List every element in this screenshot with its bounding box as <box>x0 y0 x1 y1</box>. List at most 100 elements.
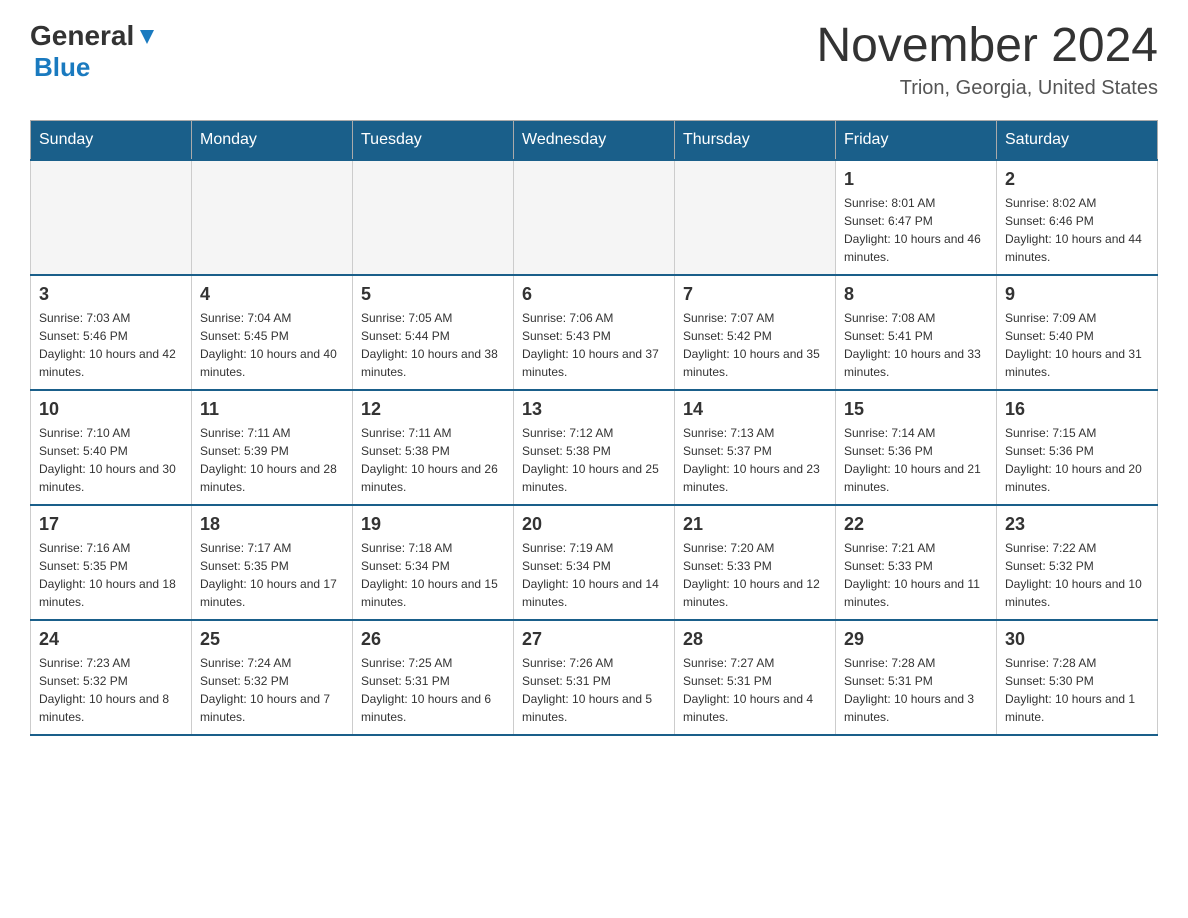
sun-info: Sunrise: 7:28 AMSunset: 5:30 PMDaylight:… <box>1005 654 1149 726</box>
logo: General Blue <box>30 20 158 83</box>
calendar-day-cell: 8 Sunrise: 7:08 AMSunset: 5:41 PMDaylight… <box>836 275 997 390</box>
sun-info: Sunrise: 7:13 AMSunset: 5:37 PMDaylight:… <box>683 424 827 496</box>
calendar-week-row: 17Sunrise: 7:16 AMSunset: 5:35 PMDayligh… <box>31 505 1158 620</box>
sun-info: Sunrise: 8:02 AMSunset: 6:46 PMDaylight:… <box>1005 194 1149 266</box>
sun-info: Sunrise: 7:17 AMSunset: 5:35 PMDaylight:… <box>200 539 344 611</box>
calendar-day-cell <box>192 160 353 275</box>
day-of-week-header: Friday <box>836 120 997 160</box>
calendar-day-cell: 25 Sunrise: 7:24 AMSunset: 5:32 PMDayligh… <box>192 620 353 735</box>
sun-info: Sunrise: 7:06 AMSunset: 5:43 PMDaylight:… <box>522 309 666 381</box>
day-number: 26 <box>361 629 505 650</box>
day-number: 25 <box>200 629 344 650</box>
day-number: 4 <box>200 284 344 305</box>
day-number: 13 <box>522 399 666 420</box>
sun-info: Sunrise: 7:03 AMSunset: 5:46 PMDaylight:… <box>39 309 183 381</box>
logo-blue-text: Blue <box>34 52 90 82</box>
calendar-day-cell: 16 Sunrise: 7:15 AMSunset: 5:36 PMDayligh… <box>997 390 1158 505</box>
calendar-day-cell: 6 Sunrise: 7:06 AMSunset: 5:43 PMDaylight… <box>514 275 675 390</box>
calendar-day-cell: 5Sunrise: 7:05 AMSunset: 5:44 PMDaylight… <box>353 275 514 390</box>
calendar-table: SundayMondayTuesdayWednesdayThursdayFrid… <box>30 120 1158 736</box>
calendar-day-cell: 9 Sunrise: 7:09 AMSunset: 5:40 PMDaylight… <box>997 275 1158 390</box>
sun-info: Sunrise: 7:23 AMSunset: 5:32 PMDaylight:… <box>39 654 183 726</box>
sun-info: Sunrise: 7:10 AMSunset: 5:40 PMDaylight:… <box>39 424 183 496</box>
calendar-day-cell: 15 Sunrise: 7:14 AMSunset: 5:36 PMDayligh… <box>836 390 997 505</box>
calendar-day-cell <box>353 160 514 275</box>
page-header: General Blue November 2024 Trion, Georgi… <box>30 20 1158 100</box>
day-number: 9 <box>1005 284 1149 305</box>
day-number: 27 <box>522 629 666 650</box>
calendar-day-cell: 22Sunrise: 7:21 AMSunset: 5:33 PMDayligh… <box>836 505 997 620</box>
day-number: 8 <box>844 284 988 305</box>
calendar-day-cell: 24Sunrise: 7:23 AMSunset: 5:32 PMDayligh… <box>31 620 192 735</box>
month-title: November 2024 <box>816 20 1158 73</box>
day-number: 18 <box>200 514 344 535</box>
calendar-week-row: 3Sunrise: 7:03 AMSunset: 5:46 PMDaylight… <box>31 275 1158 390</box>
calendar-day-cell: 19 Sunrise: 7:18 AMSunset: 5:34 PMDayligh… <box>353 505 514 620</box>
day-of-week-header: Tuesday <box>353 120 514 160</box>
day-number: 30 <box>1005 629 1149 650</box>
sun-info: Sunrise: 7:27 AMSunset: 5:31 PMDaylight:… <box>683 654 827 726</box>
sun-info: Sunrise: 7:20 AMSunset: 5:33 PMDaylight:… <box>683 539 827 611</box>
sun-info: Sunrise: 7:26 AMSunset: 5:31 PMDaylight:… <box>522 654 666 726</box>
day-number: 28 <box>683 629 827 650</box>
calendar-day-cell: 13 Sunrise: 7:12 AMSunset: 5:38 PMDayligh… <box>514 390 675 505</box>
calendar-day-cell: 20Sunrise: 7:19 AMSunset: 5:34 PMDayligh… <box>514 505 675 620</box>
calendar-week-row: 24Sunrise: 7:23 AMSunset: 5:32 PMDayligh… <box>31 620 1158 735</box>
day-of-week-header: Wednesday <box>514 120 675 160</box>
day-of-week-header: Sunday <box>31 120 192 160</box>
calendar-day-cell: 18 Sunrise: 7:17 AMSunset: 5:35 PMDayligh… <box>192 505 353 620</box>
sun-info: Sunrise: 7:09 AMSunset: 5:40 PMDaylight:… <box>1005 309 1149 381</box>
day-number: 5 <box>361 284 505 305</box>
sun-info: Sunrise: 7:24 AMSunset: 5:32 PMDaylight:… <box>200 654 344 726</box>
day-number: 16 <box>1005 399 1149 420</box>
calendar-day-cell: 21 Sunrise: 7:20 AMSunset: 5:33 PMDayligh… <box>675 505 836 620</box>
sun-info: Sunrise: 7:25 AMSunset: 5:31 PMDaylight:… <box>361 654 505 726</box>
calendar-day-cell: 23 Sunrise: 7:22 AMSunset: 5:32 PMDayligh… <box>997 505 1158 620</box>
day-number: 12 <box>361 399 505 420</box>
day-number: 15 <box>844 399 988 420</box>
logo-arrow-icon <box>136 26 158 48</box>
calendar-day-cell: 10 Sunrise: 7:10 AMSunset: 5:40 PMDayligh… <box>31 390 192 505</box>
sun-info: Sunrise: 7:15 AMSunset: 5:36 PMDaylight:… <box>1005 424 1149 496</box>
calendar-week-row: 10 Sunrise: 7:10 AMSunset: 5:40 PMDayligh… <box>31 390 1158 505</box>
sun-info: Sunrise: 7:12 AMSunset: 5:38 PMDaylight:… <box>522 424 666 496</box>
calendar-day-cell: 14 Sunrise: 7:13 AMSunset: 5:37 PMDayligh… <box>675 390 836 505</box>
day-number: 14 <box>683 399 827 420</box>
sun-info: Sunrise: 7:28 AMSunset: 5:31 PMDaylight:… <box>844 654 988 726</box>
calendar-header-row: SundayMondayTuesdayWednesdayThursdayFrid… <box>31 120 1158 160</box>
day-of-week-header: Monday <box>192 120 353 160</box>
day-number: 10 <box>39 399 183 420</box>
day-number: 1 <box>844 169 988 190</box>
sun-info: Sunrise: 7:22 AMSunset: 5:32 PMDaylight:… <box>1005 539 1149 611</box>
calendar-day-cell: 30 Sunrise: 7:28 AMSunset: 5:30 PMDayligh… <box>997 620 1158 735</box>
calendar-day-cell: 4 Sunrise: 7:04 AMSunset: 5:45 PMDaylight… <box>192 275 353 390</box>
sun-info: Sunrise: 7:08 AMSunset: 5:41 PMDaylight:… <box>844 309 988 381</box>
day-number: 20 <box>522 514 666 535</box>
sun-info: Sunrise: 7:21 AMSunset: 5:33 PMDaylight:… <box>844 539 988 611</box>
day-number: 2 <box>1005 169 1149 190</box>
sun-info: Sunrise: 7:14 AMSunset: 5:36 PMDaylight:… <box>844 424 988 496</box>
sun-info: Sunrise: 7:16 AMSunset: 5:35 PMDaylight:… <box>39 539 183 611</box>
location-text: Trion, Georgia, United States <box>816 77 1158 100</box>
calendar-day-cell: 17Sunrise: 7:16 AMSunset: 5:35 PMDayligh… <box>31 505 192 620</box>
calendar-day-cell: 28 Sunrise: 7:27 AMSunset: 5:31 PMDayligh… <box>675 620 836 735</box>
calendar-day-cell: 7Sunrise: 7:07 AMSunset: 5:42 PMDaylight… <box>675 275 836 390</box>
title-section: November 2024 Trion, Georgia, United Sta… <box>816 20 1158 100</box>
day-number: 29 <box>844 629 988 650</box>
day-of-week-header: Saturday <box>997 120 1158 160</box>
logo-general-text: General <box>30 20 134 52</box>
calendar-day-cell <box>675 160 836 275</box>
calendar-day-cell <box>31 160 192 275</box>
sun-info: Sunrise: 7:18 AMSunset: 5:34 PMDaylight:… <box>361 539 505 611</box>
day-number: 6 <box>522 284 666 305</box>
calendar-day-cell: 29 Sunrise: 7:28 AMSunset: 5:31 PMDayligh… <box>836 620 997 735</box>
day-of-week-header: Thursday <box>675 120 836 160</box>
calendar-day-cell: 11Sunrise: 7:11 AMSunset: 5:39 PMDayligh… <box>192 390 353 505</box>
day-number: 7 <box>683 284 827 305</box>
sun-info: Sunrise: 7:04 AMSunset: 5:45 PMDaylight:… <box>200 309 344 381</box>
calendar-day-cell: 1 Sunrise: 8:01 AMSunset: 6:47 PMDaylight… <box>836 160 997 275</box>
day-number: 21 <box>683 514 827 535</box>
day-number: 23 <box>1005 514 1149 535</box>
sun-info: Sunrise: 8:01 AMSunset: 6:47 PMDaylight:… <box>844 194 988 266</box>
day-number: 19 <box>361 514 505 535</box>
